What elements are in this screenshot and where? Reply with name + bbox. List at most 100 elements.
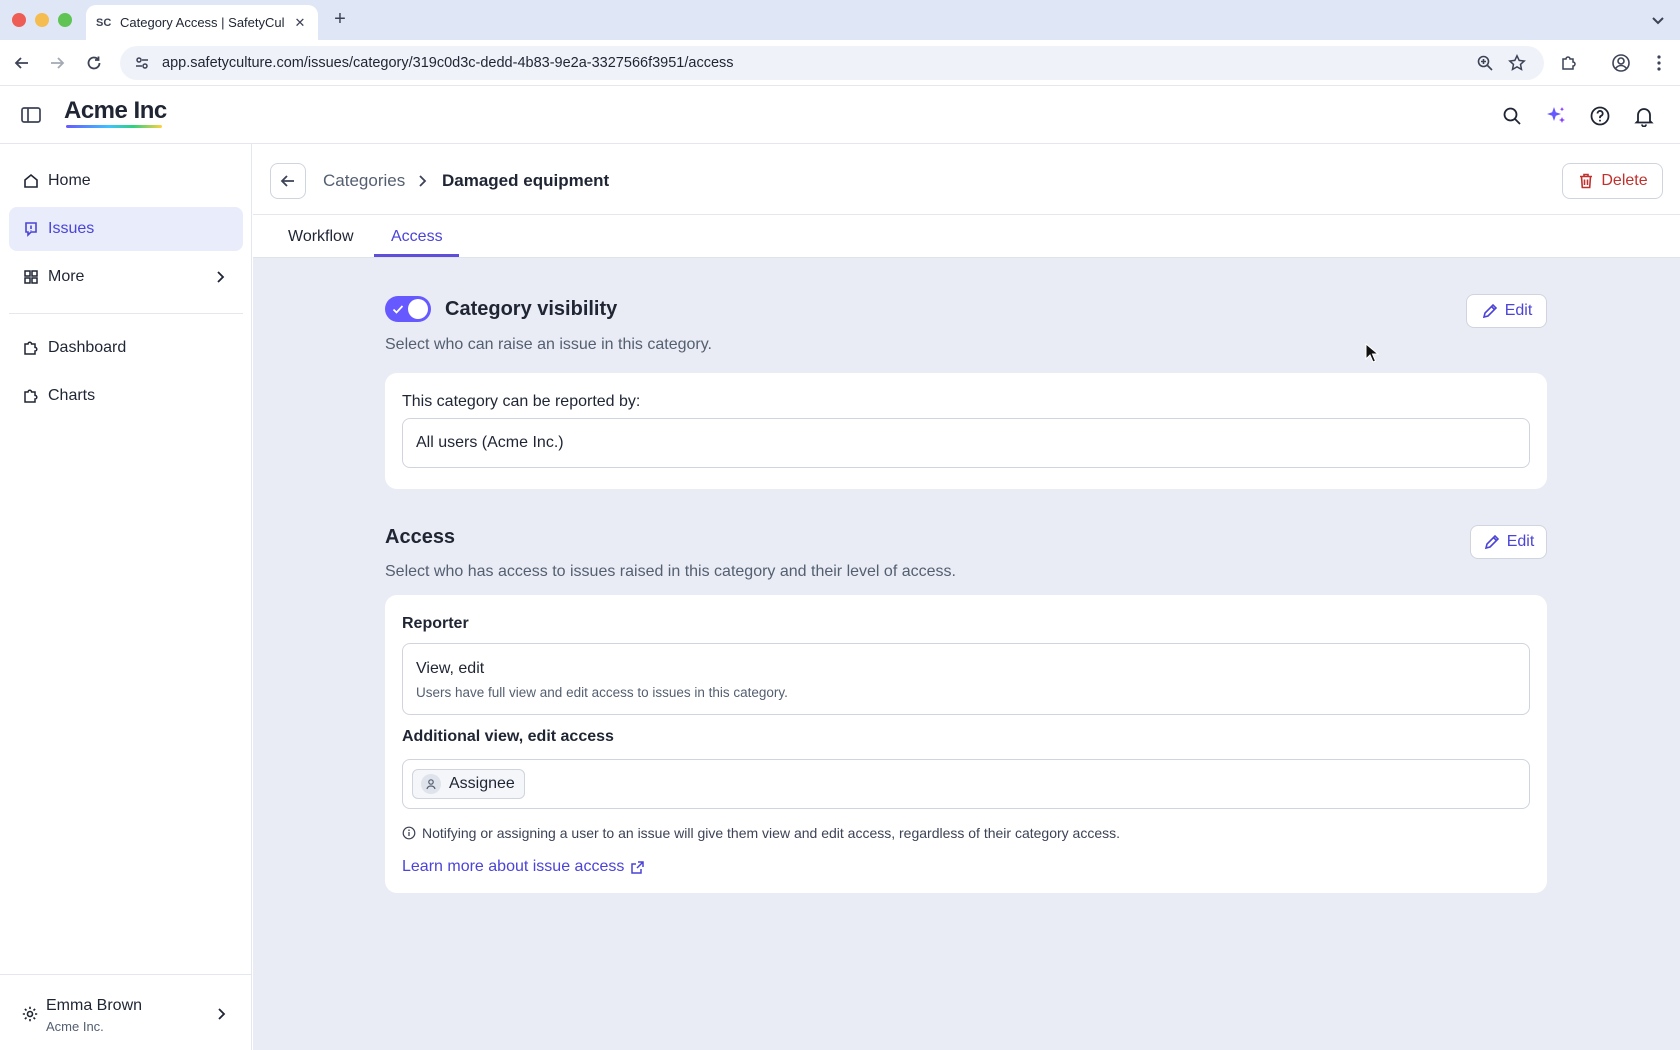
pencil-icon xyxy=(1482,303,1497,319)
tab-workflow[interactable]: Workflow xyxy=(288,228,354,246)
active-tab-indicator xyxy=(374,254,459,257)
sidebar-item-label: Charts xyxy=(48,387,96,404)
brand-underline xyxy=(66,125,162,128)
access-note: Notifying or assigning a user to an issu… xyxy=(402,825,1120,841)
chip-label: Assignee xyxy=(449,775,515,792)
edit-access-button[interactable]: Edit xyxy=(1470,525,1547,559)
sidebar-item-home[interactable]: Home xyxy=(9,159,243,203)
sidebar-item-issues[interactable]: Issues xyxy=(9,207,243,251)
extensions-puzzle-icon[interactable] xyxy=(1558,52,1580,74)
window-maximize-button[interactable] xyxy=(58,13,72,27)
window-close-button[interactable] xyxy=(12,13,26,27)
sidebar-item-more[interactable]: More xyxy=(9,255,243,299)
site-settings-icon[interactable] xyxy=(132,53,152,73)
tab-close-icon[interactable]: ✕ xyxy=(292,15,308,31)
zoom-icon[interactable] xyxy=(1474,52,1496,74)
back-arrow-icon[interactable] xyxy=(11,52,33,74)
reporter-access-description: Users have full view and edit access to … xyxy=(416,685,788,700)
notifications-bell-icon[interactable] xyxy=(1632,104,1656,128)
help-icon[interactable] xyxy=(1588,104,1612,128)
sidebar-item-dashboard[interactable]: Dashboard xyxy=(9,326,243,370)
check-icon xyxy=(392,305,404,314)
reporter-access-box: View, edit Users have full view and edit… xyxy=(402,643,1530,715)
reported-by-label: This category can be reported by: xyxy=(402,393,641,410)
browser-tab-bar: SC Category Access | SafetyCulture ✕ + xyxy=(0,0,1680,40)
arrow-left-icon xyxy=(280,175,294,187)
app-header: Acme Inc xyxy=(0,87,1680,144)
visibility-card: This category can be reported by: All us… xyxy=(385,373,1547,489)
browser-tab[interactable]: SC Category Access | SafetyCulture ✕ xyxy=(86,5,318,40)
assignee-chip[interactable]: Assignee xyxy=(412,769,525,799)
breadcrumb-categories[interactable]: Categories xyxy=(323,171,405,191)
chevron-right-icon xyxy=(211,268,229,286)
visibility-title: Category visibility xyxy=(445,298,618,320)
access-description: Select who has access to issues raised i… xyxy=(385,563,956,580)
sidebar-divider xyxy=(9,313,243,314)
reported-by-field[interactable]: All users (Acme Inc.) xyxy=(402,418,1530,468)
reported-by-value: All users (Acme Inc.) xyxy=(416,434,564,451)
search-icon[interactable] xyxy=(1500,104,1524,128)
sidebar-item-label: Home xyxy=(48,172,91,189)
header-divider xyxy=(253,214,1680,215)
reporter-label: Reporter xyxy=(402,615,469,632)
sidebar-item-label: Issues xyxy=(48,220,95,237)
ai-sparkle-icon[interactable] xyxy=(1544,104,1568,128)
chevron-right-icon xyxy=(413,172,431,190)
address-bar[interactable]: app.safetyculture.com/issues/category/31… xyxy=(120,46,1544,80)
puzzle-icon xyxy=(22,387,40,405)
user-organization: Acme Inc. xyxy=(46,1019,104,1034)
main-content: Categories Damaged equipment Delete Work… xyxy=(253,144,1680,1050)
issues-icon xyxy=(22,220,40,238)
additional-access-field[interactable]: Assignee xyxy=(402,759,1530,809)
edit-label: Edit xyxy=(1506,533,1535,550)
learn-more-label: Learn more about issue access xyxy=(402,858,625,875)
url-text: app.safetyculture.com/issues/category/31… xyxy=(162,55,734,71)
learn-more-link[interactable]: Learn more about issue access xyxy=(402,858,645,876)
visibility-toggle[interactable] xyxy=(385,296,431,322)
visibility-description: Select who can raise an issue in this ca… xyxy=(385,336,712,353)
grid-icon xyxy=(22,268,40,286)
safetyculture-favicon-icon: SC xyxy=(96,16,112,29)
bookmark-star-icon[interactable] xyxy=(1506,52,1528,74)
tab-search-chevron-icon[interactable] xyxy=(1648,10,1668,30)
page-title: Damaged equipment xyxy=(442,171,610,190)
new-tab-icon[interactable]: + xyxy=(328,8,352,31)
profile-icon[interactable] xyxy=(1610,52,1632,74)
browser-toolbar: app.safetyculture.com/issues/category/31… xyxy=(0,40,1680,86)
user-icon xyxy=(421,774,441,794)
browser-tab-title: Category Access | SafetyCulture xyxy=(120,15,284,30)
puzzle-icon xyxy=(22,339,40,357)
forward-arrow-icon[interactable] xyxy=(46,52,68,74)
sidebar-toggle-icon[interactable] xyxy=(20,104,42,126)
home-icon xyxy=(22,172,40,190)
toggle-knob xyxy=(408,299,428,319)
brand-logo[interactable]: Acme Inc xyxy=(64,97,167,125)
reload-icon[interactable] xyxy=(83,52,105,74)
edit-label: Edit xyxy=(1504,302,1533,319)
delete-button[interactable]: Delete xyxy=(1562,163,1663,199)
reporter-access-level: View, edit xyxy=(416,660,485,677)
sidebar: Home Issues More Dashboard Charts Emma B… xyxy=(0,144,252,1050)
tab-access[interactable]: Access xyxy=(391,228,443,246)
trash-icon xyxy=(1580,173,1593,189)
browser-menu-icon[interactable] xyxy=(1648,52,1670,74)
sidebar-item-charts[interactable]: Charts xyxy=(9,374,243,418)
mouse-cursor-icon xyxy=(1365,342,1380,363)
info-icon xyxy=(402,826,416,840)
chevron-right-icon xyxy=(212,1005,230,1023)
access-card: Reporter View, edit Users have full view… xyxy=(385,595,1547,893)
user-name: Emma Brown xyxy=(46,997,143,1014)
external-link-icon xyxy=(631,860,645,874)
gear-icon xyxy=(21,1005,39,1023)
edit-visibility-button[interactable]: Edit xyxy=(1466,294,1547,328)
delete-label: Delete xyxy=(1601,172,1648,189)
sidebar-item-label: Dashboard xyxy=(48,339,127,356)
pencil-icon xyxy=(1484,534,1499,550)
additional-access-label: Additional view, edit access xyxy=(402,728,614,745)
window-minimize-button[interactable] xyxy=(35,13,49,27)
access-title: Access xyxy=(385,526,456,548)
access-note-text: Notifying or assigning a user to an issu… xyxy=(422,825,1121,841)
back-button[interactable] xyxy=(270,163,306,199)
sidebar-item-label: More xyxy=(48,268,85,285)
user-menu[interactable]: Emma Brown Acme Inc. xyxy=(0,974,252,1050)
